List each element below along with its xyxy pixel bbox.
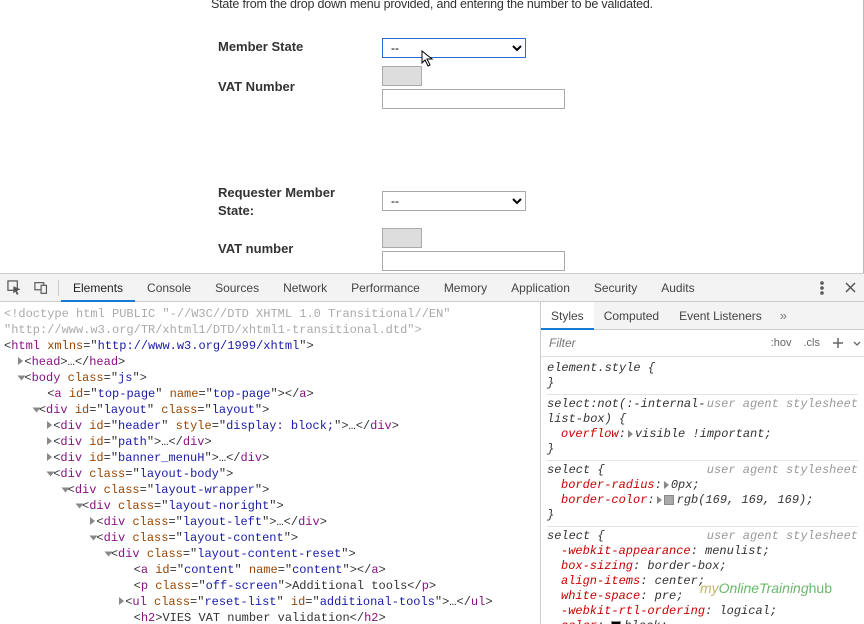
tab-memory[interactable]: Memory — [432, 274, 499, 302]
tab-sources[interactable]: Sources — [203, 274, 271, 302]
devtools: Elements Console Sources Network Perform… — [0, 273, 864, 624]
requester-state-row: Requester Member State: — [218, 184, 378, 219]
styles-tab-styles[interactable]: Styles — [541, 302, 594, 330]
close-icon[interactable] — [836, 274, 864, 302]
vat-number2-row: VAT number — [218, 241, 378, 256]
web-page: State from the drop down menu provided, … — [0, 0, 864, 273]
requester-state-select[interactable]: -- — [382, 191, 526, 211]
vat-number2-label: VAT number — [218, 241, 378, 256]
vat-number-input[interactable] — [382, 89, 565, 109]
member-state-select[interactable]: -- — [382, 38, 526, 58]
chevron-down-icon[interactable] — [850, 330, 864, 356]
hov-toggle[interactable]: :hov — [765, 330, 798, 356]
tab-security[interactable]: Security — [582, 274, 649, 302]
styles-tab-computed[interactable]: Computed — [594, 302, 669, 330]
intro-text: State from the drop down menu provided, … — [211, 0, 653, 11]
tab-audits[interactable]: Audits — [649, 274, 706, 302]
styles-filter-row: :hov .cls — [541, 330, 864, 357]
dom-tree[interactable]: <!doctype html PUBLIC "-//W3C//DTD XHTML… — [0, 302, 541, 624]
cls-toggle[interactable]: .cls — [798, 330, 827, 356]
tab-console[interactable]: Console — [135, 274, 203, 302]
styles-tab-listeners[interactable]: Event Listeners — [669, 302, 772, 330]
styles-rules[interactable]: element.style { } user agent stylesheets… — [541, 357, 864, 624]
styles-panel: Styles Computed Event Listeners » :hov .… — [541, 302, 864, 624]
device-toggle-icon[interactable] — [28, 274, 56, 302]
styles-filter-input[interactable] — [541, 330, 765, 356]
styles-tabs: Styles Computed Event Listeners » — [541, 302, 864, 330]
tab-performance[interactable]: Performance — [339, 274, 432, 302]
tab-network[interactable]: Network — [271, 274, 339, 302]
vat-number-row: VAT Number — [218, 79, 378, 94]
vat2-prefix-box — [382, 228, 422, 248]
tab-elements[interactable]: Elements — [61, 274, 135, 302]
member-state-label: Member State — [218, 39, 378, 54]
vat-number2-input[interactable] — [382, 251, 565, 271]
kebab-menu-icon[interactable] — [808, 274, 836, 302]
vat-number-label: VAT Number — [218, 79, 378, 94]
member-state-row: Member State — [218, 39, 378, 54]
vat-prefix-box — [382, 66, 422, 86]
requester-state-label: Requester Member State: — [218, 184, 378, 219]
tab-application[interactable]: Application — [499, 274, 582, 302]
divider — [58, 280, 59, 296]
devtools-toolbar: Elements Console Sources Network Perform… — [0, 274, 864, 302]
new-style-rule-icon[interactable] — [826, 330, 850, 356]
inspect-icon[interactable] — [0, 274, 28, 302]
chevron-right-icon[interactable]: » — [772, 302, 795, 330]
